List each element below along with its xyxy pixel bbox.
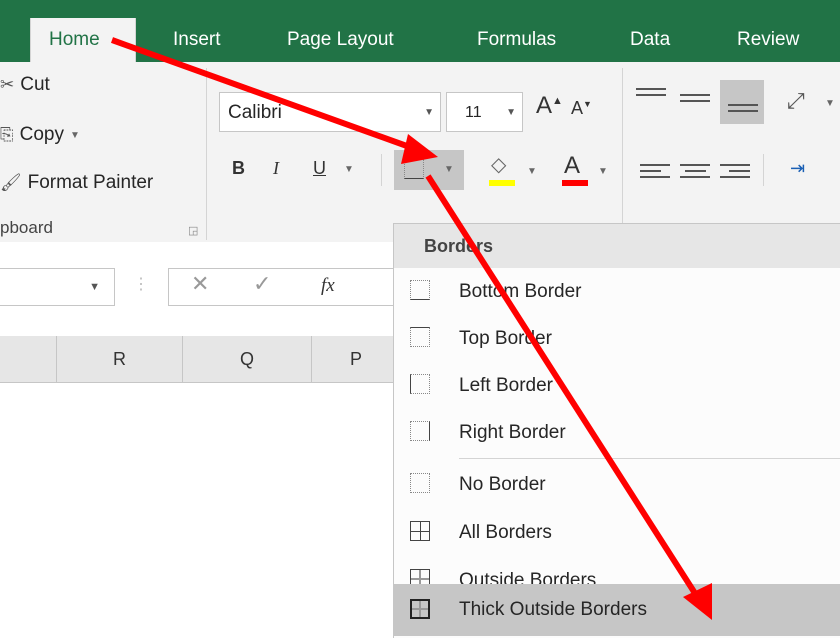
chevron-down-icon[interactable]: ▼ [344, 164, 354, 175]
column-headers: R Q P [0, 336, 401, 383]
orientation-icon[interactable]: ⤢ [787, 88, 805, 114]
chevron-down-icon[interactable]: ▼ [70, 130, 80, 141]
menu-item-left-border[interactable]: Left Border [394, 362, 840, 409]
fill-color-button[interactable]: ◇ [485, 152, 525, 190]
font-size-box[interactable]: 11 ▼ [446, 92, 523, 132]
column-header-q[interactable]: Q [183, 336, 312, 382]
insert-function-icon[interactable]: fx [321, 275, 335, 297]
format-painter-label: Format Painter [27, 172, 154, 193]
cut-label: Cut [20, 74, 50, 95]
align-top-icon[interactable] [636, 84, 666, 110]
align-middle-icon[interactable] [680, 90, 710, 116]
left-border-icon [410, 374, 430, 394]
italic-button[interactable]: I [273, 158, 279, 179]
name-box[interactable]: ▼ [0, 268, 115, 306]
dialog-launcher-icon[interactable]: ◲ [188, 224, 198, 237]
paintbrush-icon: 🖌 [0, 173, 22, 192]
bottom-border-icon [410, 280, 430, 300]
align-left-icon[interactable] [640, 160, 670, 186]
indent-icon[interactable]: ⇥ [790, 158, 805, 179]
tab-home[interactable]: Home [30, 18, 136, 62]
align-right-icon[interactable] [720, 160, 750, 186]
copy-icon: ⎘ [0, 125, 14, 144]
menu-item-thick-outside-borders[interactable]: Thick Outside Borders [394, 584, 840, 636]
all-borders-icon [410, 521, 430, 541]
font-color-letter: A [564, 152, 581, 179]
chevron-down-icon: ▼ [444, 164, 454, 175]
format-painter-button[interactable]: 🖌 Format Painter [0, 172, 153, 194]
align-center-icon[interactable] [680, 160, 710, 186]
menu-item-all-borders[interactable]: All Borders [394, 509, 840, 556]
copy-button[interactable]: ⎘ Copy ▼ [0, 124, 80, 146]
formula-bar-buttons: ✕ ✓ fx [168, 268, 428, 306]
menu-item-bottom-border[interactable]: Bottom Border [394, 268, 840, 315]
divider [763, 154, 764, 186]
menu-item-no-border[interactable]: No Border [394, 461, 840, 508]
font-size-value: 11 [465, 104, 482, 121]
shrink-font-button[interactable]: A▼ [571, 98, 592, 119]
paint-bucket-icon: ◇ [491, 154, 507, 176]
font-name-value: Calibri [228, 102, 282, 123]
right-border-icon [410, 421, 430, 441]
align-bottom-button[interactable] [720, 80, 764, 124]
group-divider [206, 68, 207, 240]
menu-item-right-border[interactable]: Right Border [394, 409, 840, 456]
borders-button[interactable]: ▼ [394, 150, 464, 190]
chevron-down-icon[interactable]: ▼ [89, 281, 100, 293]
font-color-swatch [562, 180, 588, 186]
menu-separator [459, 458, 840, 459]
column-header-p[interactable]: P [312, 336, 401, 382]
ribbon-tab-bar: Home Insert Page Layout Formulas Data Re… [0, 0, 840, 62]
font-color-button[interactable]: A [558, 152, 594, 190]
tab-data[interactable]: Data [630, 18, 670, 62]
chevron-down-icon[interactable]: ▼ [598, 166, 608, 177]
thick-outside-borders-icon [410, 599, 430, 619]
menu-item-top-border[interactable]: Top Border [394, 315, 840, 362]
divider [381, 154, 382, 186]
grow-font-button[interactable]: A▲ [536, 92, 563, 120]
copy-label: Copy [19, 124, 64, 145]
align-bottom-icon [728, 100, 758, 126]
tab-page-layout[interactable]: Page Layout [287, 18, 394, 62]
font-name-box[interactable]: Calibri ▼ [219, 92, 441, 132]
scissors-icon: ✂ [0, 75, 15, 94]
enter-icon[interactable]: ✓ [253, 271, 271, 297]
no-border-icon [410, 473, 430, 493]
tab-review[interactable]: Review [737, 18, 799, 62]
underline-button[interactable]: U [313, 158, 326, 179]
top-border-icon [410, 327, 430, 347]
fill-color-swatch [489, 180, 515, 186]
vertical-dots-icon: ⋮ [133, 276, 149, 293]
tab-formulas[interactable]: Formulas [477, 18, 556, 62]
bottom-border-icon [404, 159, 424, 179]
chevron-down-icon[interactable]: ▼ [424, 93, 434, 133]
column-header-blank [0, 336, 57, 382]
bold-button[interactable]: B [232, 158, 245, 179]
group-divider [622, 68, 623, 240]
tab-insert[interactable]: Insert [173, 18, 221, 62]
column-header-r[interactable]: R [57, 336, 183, 382]
borders-dropdown-menu: Borders Bottom Border Top Border Left Bo… [393, 223, 840, 638]
cancel-icon[interactable]: ✕ [191, 271, 209, 297]
borders-menu-header: Borders [394, 224, 840, 268]
chevron-down-icon[interactable]: ▼ [506, 93, 516, 133]
chevron-down-icon[interactable]: ▼ [825, 98, 835, 109]
clipboard-group-label: pboard [0, 218, 53, 237]
cut-button[interactable]: ✂ Cut [0, 74, 50, 96]
chevron-down-icon[interactable]: ▼ [527, 166, 537, 177]
